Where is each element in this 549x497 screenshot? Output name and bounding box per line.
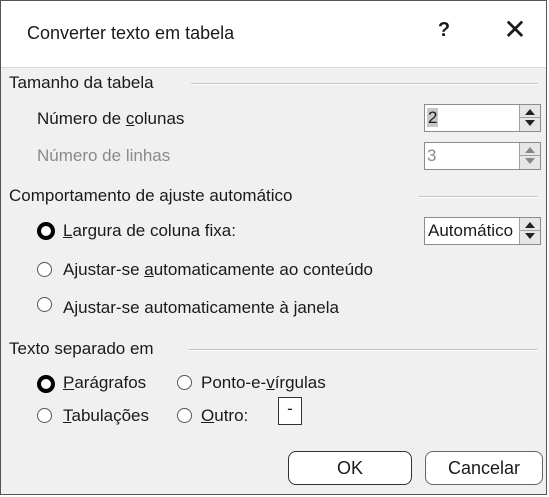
section-separate-text: Texto separado em	[9, 339, 154, 358]
section-divider	[191, 83, 538, 85]
title-bar: Converter texto em tabela ? ✕	[1, 1, 546, 68]
radio-autofit-window[interactable]	[37, 297, 52, 312]
columns-spinner[interactable]: 2	[424, 104, 541, 132]
cancel-button[interactable]: Cancelar	[425, 451, 543, 485]
dialog-title: Converter texto em tabela	[27, 23, 235, 43]
rows-spinner-buttons	[519, 143, 540, 169]
spin-down-icon[interactable]	[525, 120, 535, 126]
help-button[interactable]: ?	[433, 19, 455, 45]
column-width-value[interactable]: Automático	[428, 221, 513, 241]
other-separator-input[interactable]: -	[278, 397, 302, 425]
column-width-spinner[interactable]: Automático	[424, 217, 541, 245]
rows-spinner: 3	[424, 142, 541, 170]
autofit-window-label[interactable]: Ajustar-se automaticamente à janela	[63, 298, 339, 318]
radio-semicolons[interactable]	[177, 375, 192, 390]
fixed-column-width-label[interactable]: Largura de coluna fixa:	[63, 221, 236, 241]
columns-label: Número de colunas	[37, 109, 185, 128]
tabs-label[interactable]: Tabulações	[63, 406, 149, 426]
other-label[interactable]: Outro:	[201, 406, 248, 426]
rows-value: 3	[427, 146, 437, 165]
spin-up-icon[interactable]	[525, 222, 535, 228]
autofit-contents-label[interactable]: Ajustar-se automaticamente ao conteúdo	[63, 260, 373, 280]
ok-button[interactable]: OK	[288, 451, 412, 485]
section-divider	[419, 196, 538, 198]
column-width-spinner-buttons[interactable]	[519, 218, 540, 244]
convert-text-to-table-dialog: Converter texto em tabela ? ✕ Tamanho da…	[0, 0, 547, 495]
section-table-size: Tamanho da tabela	[9, 73, 154, 92]
section-divider	[189, 349, 538, 351]
spin-down-icon[interactable]	[525, 233, 535, 239]
paragraphs-label[interactable]: Parágrafos	[63, 373, 146, 393]
columns-value[interactable]: 2	[427, 108, 439, 128]
semicolons-label[interactable]: Ponto-e-vírgulas	[201, 373, 326, 393]
radio-autofit-contents[interactable]	[37, 262, 52, 277]
spin-up-icon[interactable]	[525, 109, 535, 115]
spin-down-icon	[525, 158, 535, 164]
radio-other[interactable]	[177, 408, 192, 423]
rows-label: Número de linhas	[37, 146, 171, 165]
section-autofit: Comportamento de ajuste automático	[9, 186, 293, 205]
columns-spinner-buttons[interactable]	[519, 105, 540, 131]
spin-up-icon	[525, 147, 535, 153]
radio-fixed-column-width[interactable]	[37, 222, 55, 240]
close-button[interactable]: ✕	[501, 15, 529, 45]
radio-paragraphs[interactable]	[37, 375, 55, 393]
radio-tabs[interactable]	[37, 408, 52, 423]
